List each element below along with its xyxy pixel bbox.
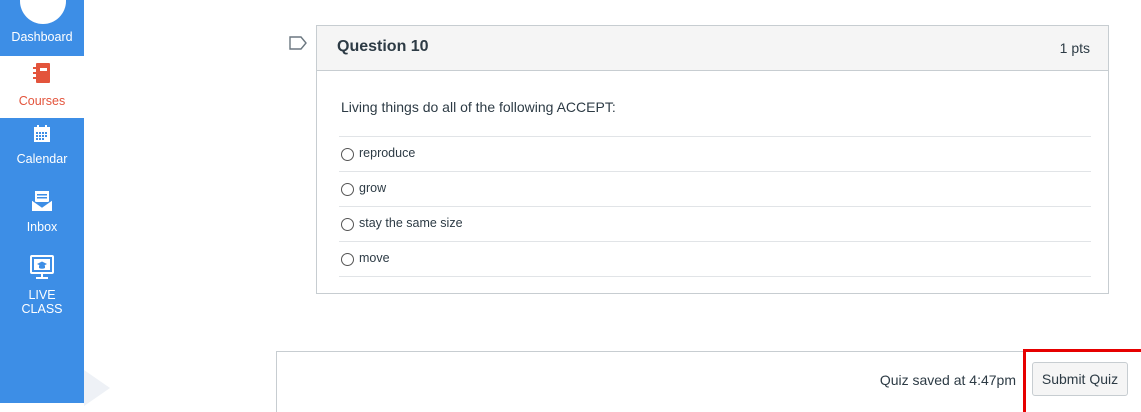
nav-item-calendar[interactable]: Calendar (0, 124, 84, 182)
radio-button[interactable] (341, 183, 354, 196)
answer-option[interactable]: reproduce (339, 137, 1091, 172)
nav-item-label: Dashboard (11, 30, 73, 44)
answer-option[interactable]: stay the same size (339, 207, 1091, 242)
nav-item-label: Courses (18, 94, 66, 108)
answer-label: reproduce (359, 146, 416, 160)
quiz-saved-status: Quiz saved at 4:47pm (879, 372, 1016, 388)
answer-option[interactable]: grow (339, 172, 1091, 207)
nav-item-inbox[interactable]: Inbox (0, 190, 84, 248)
question-card: Question 10 1 pts Living things do all o… (316, 25, 1109, 294)
nav-item-label: Inbox (26, 220, 58, 234)
radio-button[interactable] (341, 148, 354, 161)
live-class-icon (0, 255, 84, 285)
background-decoration (84, 370, 110, 406)
answer-label: move (359, 251, 390, 265)
radio-button[interactable] (341, 253, 354, 266)
nav-item-live-class[interactable]: LIVE CLASS (0, 255, 84, 325)
answer-label: grow (359, 181, 387, 195)
nav-item-courses[interactable]: Courses (0, 56, 84, 118)
answer-option[interactable]: move (339, 242, 1091, 277)
question-header: Question 10 1 pts (317, 26, 1108, 71)
courses-icon (0, 62, 84, 88)
answer-list: reproduce grow stay the same size move (339, 136, 1091, 277)
answer-label: stay the same size (359, 216, 463, 230)
nav-item-dashboard[interactable]: Dashboard (0, 26, 84, 56)
flag-question-icon[interactable] (289, 36, 307, 55)
submit-quiz-button[interactable]: Submit Quiz (1032, 362, 1128, 396)
nav-item-label: Calendar (16, 152, 68, 166)
question-title: Question 10 (337, 38, 429, 55)
calendar-icon (0, 124, 84, 148)
inbox-icon (0, 190, 84, 216)
question-text: Living things do all of the following AC… (341, 99, 616, 115)
question-points: 1 pts (1059, 40, 1090, 56)
global-nav-sidebar: Dashboard Courses Calendar Inbox LIVE CL… (0, 0, 84, 403)
radio-button[interactable] (341, 218, 354, 231)
nav-item-label: LIVE CLASS (21, 288, 63, 316)
account-avatar[interactable] (20, 0, 66, 24)
